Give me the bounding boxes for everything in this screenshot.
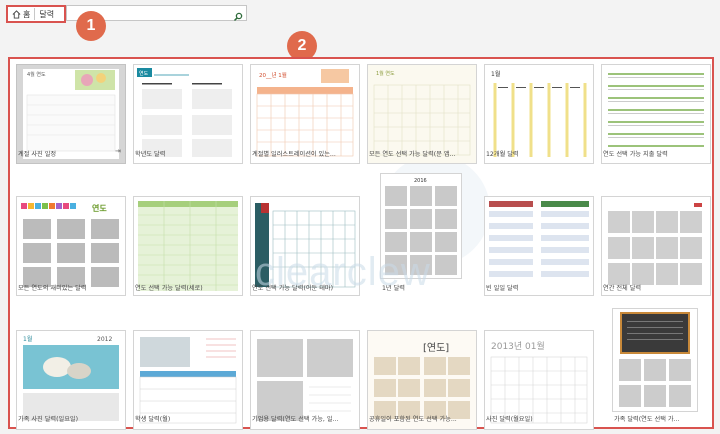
home-icon — [12, 9, 21, 19]
tile-caption: 가족 사진 달력(일요일) — [18, 416, 78, 423]
callout-badge-1: 1 — [76, 11, 106, 41]
breadcrumb-home[interactable]: 홈 — [8, 7, 34, 21]
tile-caption: 연도 선택 가능 달력(세로) — [135, 285, 203, 292]
tile-header: [연도] — [423, 342, 449, 354]
tile-caption: 빈 일일 달력 — [486, 285, 519, 292]
tile-caption: 12개월 달력 — [486, 151, 519, 158]
tile-caption: 사진 달력(월요일) — [486, 416, 533, 423]
breadcrumb-home-label: 홈 — [23, 9, 31, 19]
tile-header: 2016 — [414, 178, 427, 184]
tile-caption: 모든 연도의 재미있는 달력 — [18, 285, 87, 292]
tile-header: 1월 — [23, 335, 32, 343]
tile-caption: 연간 전체 달력 — [603, 285, 642, 292]
tile-caption: 모든 연도 선택 가능 달력(문 앱... — [369, 151, 456, 158]
tile-caption: 가족 달력(연도 선택 가... — [614, 416, 680, 423]
template-thumbnail[interactable] — [484, 196, 594, 296]
watermark: clearclew — [255, 250, 431, 294]
tile-header: 연도 — [139, 70, 149, 77]
template-thumbnail[interactable] — [601, 196, 711, 296]
tile-caption: 계절별 일러스트레이션이 있는... — [252, 151, 336, 158]
tile-caption: 연도 선택 가능 지출 달력 — [603, 151, 668, 158]
template-thumbnail[interactable]: 연도 — [16, 196, 126, 296]
tile-caption: 공휴일이 포함된 연도 선택 가능... — [369, 416, 457, 423]
tile-header: 2013년 01월 — [491, 340, 545, 352]
breadcrumb: 홈 달력 — [6, 5, 66, 23]
tile-header: 20__년 1월 — [259, 71, 287, 79]
tile-caption: 학생 달력(월) — [135, 416, 171, 423]
tile-caption: 학년도 달력 — [135, 151, 166, 158]
pin-icon[interactable]: ⇥ — [115, 147, 121, 155]
tile-header: 4월 연도 — [27, 71, 46, 78]
tile-caption: 기업용 달력(연도 선택 가능, 일... — [252, 416, 339, 423]
search-icon[interactable] — [233, 7, 243, 26]
template-thumbnail[interactable] — [133, 196, 243, 296]
template-thumbnail[interactable] — [612, 308, 698, 412]
tile-header: 1월 — [491, 70, 500, 78]
breadcrumb-current[interactable]: 달력 — [35, 9, 58, 20]
tile-header: 연도 — [92, 203, 107, 213]
tile-year: 2012 — [97, 336, 112, 343]
tile-header: 1월 연도 — [376, 70, 395, 77]
